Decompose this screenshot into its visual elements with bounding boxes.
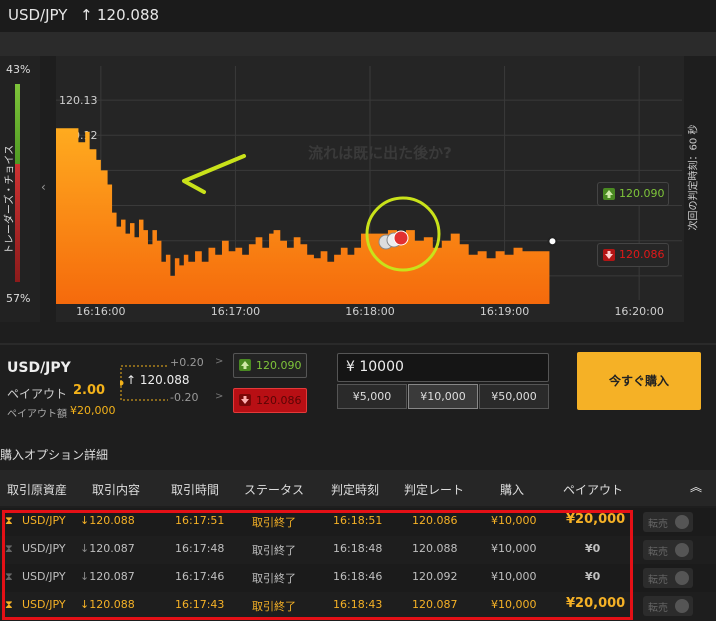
current-price: ↑ 120.088 bbox=[126, 373, 190, 387]
down-arrow-icon bbox=[603, 249, 615, 261]
header-strip bbox=[0, 32, 716, 56]
amount-input[interactable]: ¥ 10000 bbox=[337, 353, 549, 382]
latest-price-dot bbox=[547, 236, 558, 247]
col-asset: 取引原資産 bbox=[7, 483, 68, 497]
current-price-arrow-icon: ↑ bbox=[126, 373, 137, 387]
col-judge-time: 判定時刻 bbox=[331, 483, 380, 497]
resell-arrow-icon bbox=[675, 515, 689, 529]
range-upper: +0.20 bbox=[170, 356, 204, 369]
details-table-header: 取引原資産 取引内容 取引時間 ステータス 判定時刻 判定レート 購入 ペイアウ… bbox=[0, 470, 716, 506]
resell-button[interactable]: 転売 bbox=[643, 540, 693, 560]
col-judge-rate: 判定レート bbox=[404, 483, 465, 497]
resell-arrow-icon bbox=[675, 543, 689, 557]
col-direction: 取引内容 bbox=[92, 483, 141, 497]
current-price-value: 120.088 bbox=[139, 373, 190, 387]
range-upper-arrow-icon: > bbox=[215, 356, 224, 367]
range-lower-arrow-icon: > bbox=[215, 391, 224, 402]
payout-label: ペイアウト bbox=[7, 387, 68, 401]
header-price: 120.088 bbox=[97, 6, 160, 24]
x-tick-label: 16:16:00 bbox=[76, 305, 125, 318]
highlight-box bbox=[2, 510, 633, 620]
col-payout: ペイアウト bbox=[563, 483, 624, 497]
range-lower: -0.20 bbox=[170, 391, 199, 404]
trade-marker-icon bbox=[393, 230, 409, 246]
col-purchase: 購入 bbox=[500, 483, 525, 497]
x-tick-label: 16:20:00 bbox=[614, 305, 663, 318]
lower-rate-value: 120.086 bbox=[619, 248, 665, 261]
down-arrow-icon bbox=[239, 394, 251, 406]
trade-pair: USD/JPY bbox=[7, 360, 71, 376]
preset-10000-button[interactable]: ¥10,000 bbox=[408, 384, 478, 409]
buy-now-button[interactable]: 今すぐ購入 bbox=[577, 352, 701, 410]
traders-choice-low-pct: 57% bbox=[6, 292, 31, 305]
panel-collapse-icon[interactable]: ‹ bbox=[41, 180, 46, 194]
header-bar: USD/JPY ↑ 120.088 bbox=[0, 0, 716, 32]
traders-choice-label: トレーダーズ・チョイス bbox=[4, 144, 16, 255]
resell-label: 転売 bbox=[648, 575, 668, 586]
resell-button[interactable]: 転売 bbox=[643, 568, 693, 588]
x-tick-label: 16:18:00 bbox=[345, 305, 394, 318]
collapse-table-icon[interactable]: ︽ bbox=[690, 478, 702, 495]
high-button-value: 120.090 bbox=[256, 359, 302, 372]
low-button[interactable]: 120.086 bbox=[233, 388, 307, 413]
details-section-title: 購入オプション詳細 bbox=[0, 448, 109, 462]
high-button[interactable]: 120.090 bbox=[233, 353, 307, 378]
y-tick-label: 120.13 bbox=[59, 94, 98, 107]
next-judge-panel: 次回の判定時刻：60 秒 bbox=[684, 60, 700, 300]
price-chart: 120.13120.12120.11120.10120.09120.0816:1… bbox=[56, 56, 684, 322]
payout-value: 2.00 bbox=[73, 383, 106, 398]
up-arrow-icon bbox=[603, 188, 615, 200]
up-arrow-icon bbox=[239, 359, 251, 371]
preset-5000-button[interactable]: ¥5,000 bbox=[337, 384, 407, 409]
traders-choice-high-pct: 43% bbox=[6, 63, 31, 76]
col-time: 取引時間 bbox=[171, 483, 220, 497]
preset-50000-button[interactable]: ¥50,000 bbox=[479, 384, 549, 409]
x-tick-label: 16:17:00 bbox=[211, 305, 260, 318]
resell-arrow-icon bbox=[675, 599, 689, 613]
header-symbol: USD/JPY bbox=[8, 6, 68, 24]
resell-label: 転売 bbox=[648, 519, 668, 530]
low-button-value: 120.086 bbox=[256, 394, 302, 407]
lower-rate-tag: 120.086 bbox=[597, 243, 669, 267]
annotation-text: 流れは既に出た後か? bbox=[308, 144, 452, 162]
traders-choice-panel[interactable]: 43% トレーダーズ・チョイス 57% bbox=[0, 56, 40, 322]
resell-button[interactable]: 転売 bbox=[643, 596, 693, 616]
next-judge-label: 次回の判定時刻：60 秒 bbox=[688, 124, 700, 231]
x-tick-label: 16:19:00 bbox=[480, 305, 529, 318]
resell-label: 転売 bbox=[648, 603, 668, 614]
price-up-arrow-icon: ↑ bbox=[80, 6, 93, 24]
resell-button[interactable]: 転売 bbox=[643, 512, 693, 532]
details-section-header: 購入オプション詳細 bbox=[0, 438, 716, 468]
resell-arrow-icon bbox=[675, 571, 689, 585]
payout-amount-value: ¥20,000 bbox=[70, 404, 116, 417]
payout-amount-label: ペイアウト額 bbox=[7, 409, 67, 420]
upper-rate-tag: 120.090 bbox=[597, 182, 669, 206]
upper-rate-value: 120.090 bbox=[619, 187, 665, 200]
col-status: ステータス bbox=[244, 483, 305, 497]
resell-label: 転売 bbox=[648, 547, 668, 558]
